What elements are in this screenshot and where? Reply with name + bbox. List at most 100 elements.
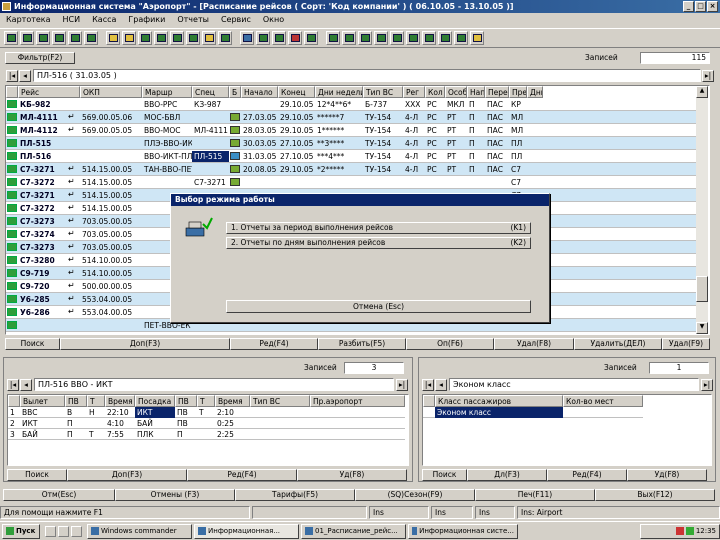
- header-cell[interactable]: ОКП: [80, 86, 142, 98]
- header-cell[interactable]: [8, 395, 20, 407]
- toolbar-plane-icon[interactable]: [170, 31, 184, 45]
- header-cell[interactable]: Кол: [425, 86, 445, 98]
- route-current-field[interactable]: ПЛ-516 ВВО - ИКТ: [34, 378, 394, 391]
- menu-servis[interactable]: Сервис: [218, 13, 254, 27]
- toolbar-plane-icon[interactable]: [138, 31, 152, 45]
- toolbar-list-icon[interactable]: [422, 31, 436, 45]
- class-nav-prev-button[interactable]: ◂: [435, 379, 447, 391]
- start-button[interactable]: Пуск: [2, 523, 40, 539]
- class-nav-first-button[interactable]: |◂: [422, 379, 434, 391]
- menu-okno[interactable]: Окно: [260, 13, 287, 27]
- header-cell[interactable]: Особ: [445, 86, 467, 98]
- task-windows-commander[interactable]: Windows commander: [87, 523, 192, 539]
- quick-launch-icon[interactable]: [71, 525, 82, 537]
- header-cell[interactable]: Пре: [509, 86, 527, 98]
- main-action-button[interactable]: Удал(F8): [494, 338, 574, 350]
- table-row[interactable]: Эконом класс: [423, 407, 643, 418]
- main-action-button[interactable]: Оп(F6): [406, 338, 494, 350]
- panel-action-button[interactable]: Поиск: [7, 469, 67, 481]
- table-row[interactable]: 1 ВВС В Н 22:10 ИКТ ПВ Т 2:10: [8, 407, 405, 418]
- table-row[interactable]: МЛ-4111 569.00.05.06 МОС-БВЛ 27.03.05 29.10.…: [6, 111, 696, 124]
- toolbar-list-icon[interactable]: [342, 31, 356, 45]
- toolbar-tool-icon[interactable]: [272, 31, 286, 45]
- toolbar-money-icon[interactable]: [106, 31, 120, 45]
- toolbar-list-icon[interactable]: [358, 31, 372, 45]
- toolbar-list-icon[interactable]: [438, 31, 452, 45]
- table-row[interactable]: КБ-982 ВВО-РРС КЗ-987 29.10.05 12*4**6* Б-737…: [6, 98, 696, 111]
- panel-action-button[interactable]: Отмены (F3): [115, 489, 235, 501]
- main-action-button[interactable]: Ред(F4): [230, 338, 318, 350]
- header-cell[interactable]: Рейс: [18, 86, 80, 98]
- toolbar-exit-icon[interactable]: [470, 31, 484, 45]
- menu-kartoteka[interactable]: Картотека: [3, 13, 54, 27]
- header-cell[interactable]: Кол-во мест: [563, 395, 643, 407]
- toolbar-grid-icon[interactable]: [4, 31, 18, 45]
- panel-action-button[interactable]: Уд(F8): [627, 469, 707, 481]
- option-days-report-button[interactable]: 2. Отчеты по дням выполнения рейсов (K2): [226, 237, 531, 249]
- table-row[interactable]: С7-3272 514.15.00.05 С7-3271 С7 ↵: [6, 176, 696, 189]
- toolbar-grid-icon[interactable]: [68, 31, 82, 45]
- minimize-button[interactable]: _: [683, 1, 694, 12]
- nav-first-button[interactable]: |◂: [6, 70, 18, 82]
- route-nav-first-button[interactable]: |◂: [7, 379, 19, 391]
- scroll-thumb[interactable]: [696, 276, 708, 302]
- menu-grafiki[interactable]: Графики: [125, 13, 168, 27]
- toolbar-list-icon[interactable]: [406, 31, 420, 45]
- header-cell[interactable]: Класс пассажиров: [435, 395, 563, 407]
- table-row[interactable]: МЛ-4112 569.00.05.05 ВВО-МОС МЛ-4111 28.03.0…: [6, 124, 696, 137]
- panel-action-button[interactable]: Доп(F3): [67, 469, 187, 481]
- toolbar-tool-icon[interactable]: [240, 31, 254, 45]
- header-cell[interactable]: Напр: [467, 86, 485, 98]
- header-cell[interactable]: Начало: [241, 86, 278, 98]
- header-cell[interactable]: Спец: [192, 86, 229, 98]
- main-action-button[interactable]: Удал(F9): [662, 338, 710, 350]
- filter-button[interactable]: Фильтр(F2): [5, 52, 75, 64]
- panel-action-button[interactable]: Вых(F12): [595, 489, 715, 501]
- header-cell[interactable]: Тип ВС: [250, 395, 310, 407]
- nav-prev-button[interactable]: ◂: [19, 70, 31, 82]
- toolbar-report-icon[interactable]: [202, 31, 216, 45]
- panel-action-button[interactable]: Печ(F11): [475, 489, 595, 501]
- toolbar-list-icon[interactable]: [374, 31, 388, 45]
- main-action-button[interactable]: Поиск: [5, 338, 60, 350]
- panel-action-button[interactable]: Тарифы(F5): [235, 489, 355, 501]
- toolbar-grid-icon[interactable]: [36, 31, 50, 45]
- header-cell[interactable]: Тип ВС: [363, 86, 403, 98]
- toolbar-list-icon[interactable]: [390, 31, 404, 45]
- header-cell[interactable]: Время: [215, 395, 250, 407]
- menu-otchety[interactable]: Отчеты: [174, 13, 212, 27]
- nav-next-button[interactable]: ▸|: [702, 70, 714, 82]
- panel-action-button[interactable]: (SQ)Сезон(F9): [355, 489, 475, 501]
- menu-kassa[interactable]: Касса: [89, 13, 119, 27]
- toolbar-plane-icon[interactable]: [154, 31, 168, 45]
- scroll-up-arrow-icon[interactable]: ▲: [696, 86, 708, 98]
- toolbar-grid-icon[interactable]: [84, 31, 98, 45]
- header-cell[interactable]: ПВ: [65, 395, 87, 407]
- toolbar-tool-icon[interactable]: [304, 31, 318, 45]
- toolbar-grid-icon[interactable]: [52, 31, 66, 45]
- task-schedule-doc[interactable]: 01_Расписание_рейс...: [301, 523, 406, 539]
- task-airport-system[interactable]: Информационная...: [194, 523, 299, 539]
- quick-launch-icon[interactable]: [45, 525, 56, 537]
- toolbar-tool-icon[interactable]: [288, 31, 302, 45]
- toolbar-tool-icon[interactable]: [256, 31, 270, 45]
- toolbar-list-icon[interactable]: [454, 31, 468, 45]
- table-row[interactable]: 3 БАЙ П Т 7:55 ПЛК П 2:25: [8, 429, 405, 440]
- scroll-down-arrow-icon[interactable]: ▼: [696, 322, 708, 334]
- route-nav-next-button[interactable]: ▸|: [396, 379, 408, 391]
- panel-action-button[interactable]: Ред(F4): [187, 469, 297, 481]
- class-current-field[interactable]: Эконом класс: [449, 378, 699, 391]
- header-cell[interactable]: ПВ: [175, 395, 197, 407]
- toolbar-list-icon[interactable]: [326, 31, 340, 45]
- toolbar-plane-icon[interactable]: [186, 31, 200, 45]
- header-cell[interactable]: Рег: [403, 86, 425, 98]
- maximize-button[interactable]: □: [695, 1, 706, 12]
- dialog-cancel-button[interactable]: Отмена (Esc): [226, 300, 531, 313]
- panel-action-button[interactable]: Уд(F8): [297, 469, 407, 481]
- header-cell[interactable]: Дни недели: [315, 86, 363, 98]
- header-cell[interactable]: Маршр: [142, 86, 192, 98]
- table-row[interactable]: ПЛ-515 ПЛЭ-ВВО-ИКТ 30.03.0527.10.05**3****…: [6, 137, 696, 150]
- header-cell[interactable]: Время: [105, 395, 135, 407]
- vertical-scrollbar[interactable]: ▲ ▼: [696, 86, 708, 334]
- panel-action-button[interactable]: Ред(F4): [547, 469, 627, 481]
